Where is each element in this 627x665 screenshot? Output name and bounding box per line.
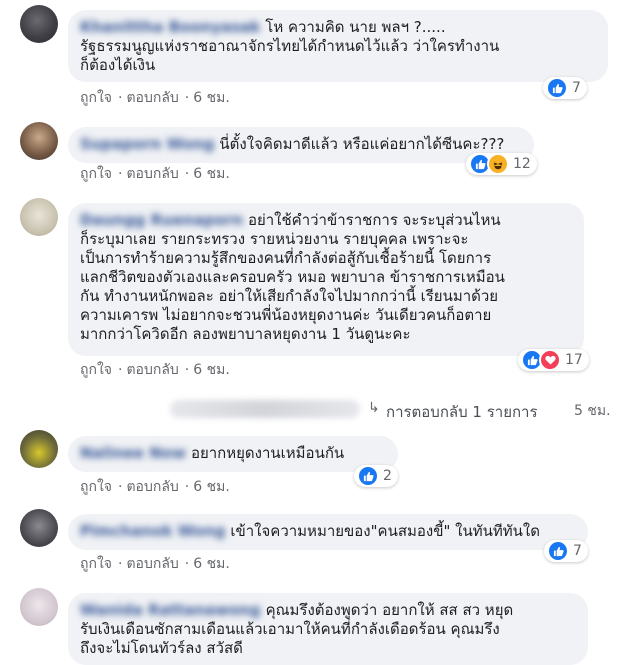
comment-text: อยากหยุดงานเหมือนกัน	[190, 444, 345, 462]
separator: ·	[184, 362, 190, 378]
reaction-count: 7	[573, 543, 582, 559]
like-link[interactable]: ถูกใจ	[80, 556, 112, 572]
avatar[interactable]	[20, 588, 58, 626]
replies-summary[interactable]: ↳ การตอบกลับ 1 รายการ 5 ชม.	[0, 398, 627, 422]
commenter-name[interactable]: Nalinee Now	[80, 444, 186, 463]
comment-bubble: Daungg Ruenaporn อย่าใช้คำว่าข้าราชการ จะ…	[68, 203, 584, 356]
separator: ·	[184, 90, 190, 106]
like-link[interactable]: ถูกใจ	[80, 90, 112, 106]
reaction-summary[interactable]: 7	[543, 77, 587, 99]
avatar[interactable]	[20, 430, 58, 468]
commenter-name[interactable]: Daungg Ruenaporn	[80, 211, 243, 230]
commenter-name[interactable]: Pimchanok Wong	[80, 522, 225, 541]
comment-text: เข้าใจความหมายของ"คนสมองขี้" ในทันทีทันใ…	[230, 522, 540, 540]
avatar[interactable]	[20, 122, 58, 160]
reply-link[interactable]: ตอบกลับ	[126, 90, 178, 106]
reply-link[interactable]: ตอบกลับ	[126, 362, 178, 378]
like-reaction-icon	[547, 540, 569, 562]
reaction-summary[interactable]: 12	[466, 153, 537, 175]
timestamp[interactable]: 6 ชม.	[193, 479, 230, 495]
like-link[interactable]: ถูกใจ	[80, 479, 112, 495]
separator: ·	[118, 479, 123, 495]
commenter-name[interactable]: Supaporn Wong	[80, 135, 214, 154]
separator: ·	[184, 166, 190, 182]
reply-link[interactable]: ตอบกลับ	[126, 479, 178, 495]
commenter-name[interactable]: Wanida Rattanawong	[80, 601, 261, 620]
reaction-count: 2	[383, 468, 392, 484]
reaction-count: 7	[572, 80, 581, 96]
reaction-count: 12	[513, 156, 531, 172]
like-link[interactable]: ถูกใจ	[80, 166, 112, 182]
separator: ·	[118, 166, 123, 182]
timestamp[interactable]: 6 ชม.	[193, 90, 230, 106]
avatar[interactable]	[20, 509, 58, 547]
separator: ·	[118, 90, 123, 106]
avatar[interactable]	[20, 198, 58, 236]
separator: ·	[184, 479, 190, 495]
like-reaction-icon	[357, 465, 379, 487]
like-reaction-icon	[546, 77, 568, 99]
reaction-summary[interactable]: 2	[354, 465, 398, 487]
comment-bubble: Nalinee Now อยากหยุดงานเหมือนกัน	[68, 436, 398, 472]
haha-reaction-icon	[487, 153, 509, 175]
timestamp[interactable]: 6 ชม.	[193, 362, 230, 378]
timestamp[interactable]: 6 ชม.	[193, 166, 230, 182]
reaction-summary[interactable]: 7	[544, 540, 588, 562]
reaction-count: 17	[565, 352, 583, 368]
reaction-summary[interactable]: 17	[518, 349, 589, 371]
separator: ·	[184, 556, 190, 572]
separator: ·	[118, 362, 123, 378]
comment-actions: ถูกใจ · ตอบกลับ · 6 ชม.	[80, 361, 232, 379]
comment-actions: ถูกใจ · ตอบกลับ · 6 ชม.	[80, 165, 232, 183]
comment-text: อย่าใช้คำว่าข้าราชการ จะระบุส่วนไหน ก็ระ…	[80, 211, 505, 343]
comment-text: นี่ตั้งใจคิดมาดีแล้ว หรือแค่อยากได้ซีนคะ…	[219, 135, 505, 153]
reply-arrow-icon: ↳	[368, 400, 380, 416]
like-link[interactable]: ถูกใจ	[80, 362, 112, 378]
reply-link[interactable]: ตอบกลับ	[126, 556, 178, 572]
comment-actions: ถูกใจ · ตอบกลับ · 6 ชม.	[80, 478, 232, 496]
blurred-avatars	[170, 400, 360, 418]
comment-actions: ถูกใจ · ตอบกลับ · 6 ชม.	[80, 89, 232, 107]
love-reaction-icon	[539, 349, 561, 371]
comment-bubble: Supaporn Wong นี่ตั้งใจคิดมาดีแล้ว หรือแค…	[68, 127, 534, 163]
reply-link[interactable]: ตอบกลับ	[126, 166, 178, 182]
comment-bubble: Wanida Rattanawong คุณมรึงต้องพูดว่า อยาก…	[68, 593, 588, 665]
commenter-name[interactable]: Khanittha Boonyasak	[80, 18, 260, 37]
separator: ·	[118, 556, 123, 572]
comment-bubble: Pimchanok Wong เข้าใจความหมายของ"คนสมองขี…	[68, 514, 588, 550]
timestamp[interactable]: 6 ชม.	[193, 556, 230, 572]
comment-bubble: Khanittha Boonyasak โห ความคิด นาย พลฯ ?.…	[68, 10, 608, 82]
avatar[interactable]	[20, 5, 58, 43]
comment-actions: ถูกใจ · ตอบกลับ · 6 ชม.	[80, 555, 232, 573]
reply-count-link[interactable]: การตอบกลับ 1 รายการ	[386, 400, 538, 424]
reply-timestamp[interactable]: 5 ชม.	[574, 400, 611, 422]
